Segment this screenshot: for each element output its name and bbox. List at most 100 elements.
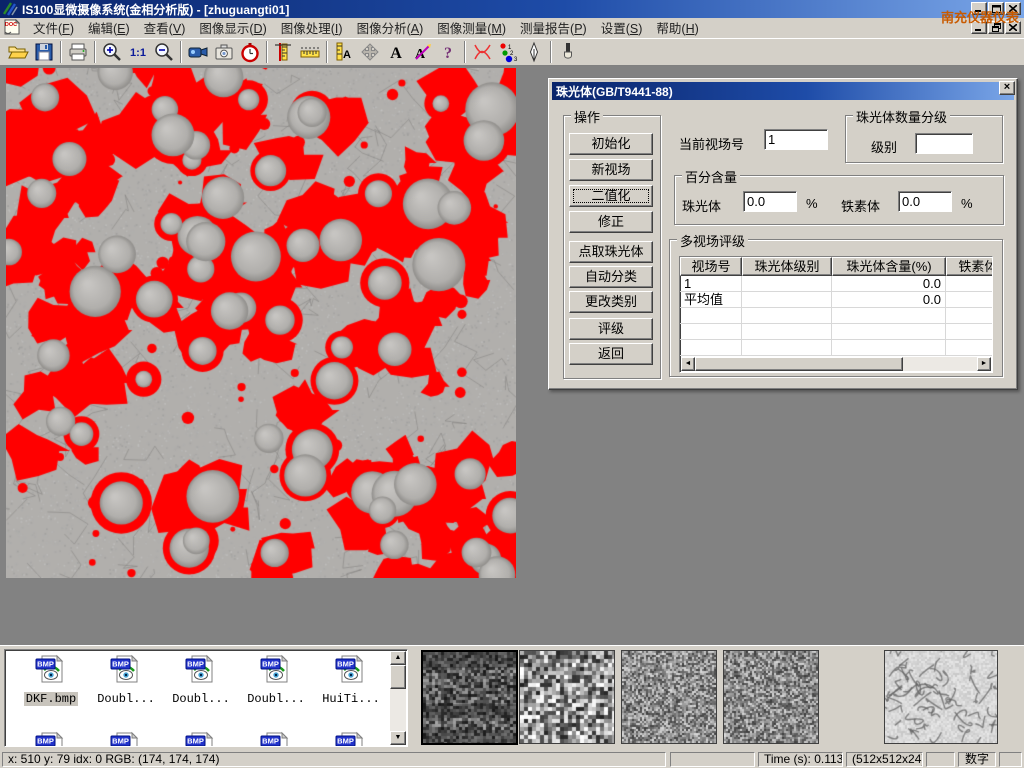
correct-button[interactable]: 修正: [569, 211, 653, 233]
thumbnail-4[interactable]: [723, 650, 819, 744]
thumbnail-5[interactable]: [884, 650, 998, 744]
stopwatch-icon[interactable]: [237, 40, 263, 64]
save-icon[interactable]: [31, 40, 57, 64]
caliper-icon[interactable]: [271, 40, 297, 64]
file-item[interactable]: BMP: [315, 731, 387, 747]
auto-classify-button[interactable]: 自动分类: [569, 266, 653, 288]
file-browser[interactable]: BMP DKF.bmp BMP Doubl... BMP Doubl... BM…: [4, 649, 408, 747]
pearlite-unit: %: [806, 196, 818, 211]
dialog-close-icon[interactable]: ×: [999, 81, 1015, 95]
text-edit-icon[interactable]: A: [409, 40, 435, 64]
mdi-close-icon[interactable]: [1005, 21, 1021, 34]
binarize-button[interactable]: 二值化: [569, 185, 653, 207]
menu-settings[interactable]: 设置(S): [594, 16, 650, 39]
new-field-button[interactable]: 新视场: [569, 159, 653, 181]
scroll-up-icon[interactable]: ▲: [390, 651, 406, 665]
dialog-title-bar[interactable]: 珠光体(GB/T9441-88): [552, 82, 1014, 100]
thumbnail-1[interactable]: [421, 650, 518, 745]
menu-help[interactable]: 帮助(H): [649, 16, 705, 39]
file-item[interactable]: BMP HuiTi...: [315, 654, 387, 707]
brush-icon[interactable]: [555, 40, 581, 64]
open-icon[interactable]: [5, 40, 31, 64]
file-item[interactable]: BMP Doubl...: [90, 654, 162, 707]
actual-size-icon[interactable]: 1:1: [125, 40, 151, 64]
return-button[interactable]: 返回: [569, 343, 653, 365]
zoom-in-icon[interactable]: [99, 40, 125, 64]
menu-image-display[interactable]: 图像显示(D): [192, 16, 273, 39]
file-name[interactable]: Doubl...: [170, 692, 232, 706]
scroll-down-icon[interactable]: ▼: [390, 731, 406, 745]
scroll-left-icon[interactable]: ◄: [681, 357, 695, 371]
file-item[interactable]: BMP DKF.bmp: [15, 654, 87, 707]
close-icon[interactable]: [1005, 2, 1021, 15]
menu-file[interactable]: 文件(F): [26, 16, 81, 39]
thumbnail-3[interactable]: [621, 650, 717, 744]
maximize-icon[interactable]: [988, 2, 1004, 15]
menu-report[interactable]: 测量报告(P): [513, 16, 594, 39]
svg-text:DOC: DOC: [5, 22, 17, 28]
svg-text:1:1: 1:1: [130, 47, 146, 59]
text-icon[interactable]: A: [383, 40, 409, 64]
video-capture-icon[interactable]: [185, 40, 211, 64]
snapshot-icon[interactable]: [211, 40, 237, 64]
scroll-thumb[interactable]: [695, 357, 903, 371]
minimize-icon[interactable]: [971, 2, 987, 15]
file-name[interactable]: Doubl...: [95, 692, 157, 706]
pen-icon[interactable]: [521, 40, 547, 64]
caliper-text-icon[interactable]: A: [331, 40, 357, 64]
ferrite-percent-input[interactable]: [898, 191, 952, 212]
bmp-file-icon: BMP: [334, 654, 368, 684]
zoom-out-icon[interactable]: [151, 40, 177, 64]
current-field-input[interactable]: [764, 129, 828, 150]
mdi-restore-icon[interactable]: [988, 21, 1004, 34]
status-bar: x: 510 y: 79 idx: 0 RGB: (174, 174, 174)…: [0, 750, 1024, 768]
multi-field-table[interactable]: 视场号 珠光体级别 珠光体含量(%) 铁素体含量(%) 1 0.0 平均值 0.…: [679, 256, 993, 373]
toolbar-separator: [180, 41, 182, 63]
table-hscrollbar[interactable]: ◄ ►: [681, 357, 991, 371]
print-icon[interactable]: [65, 40, 91, 64]
move-icon[interactable]: [357, 40, 383, 64]
menu-view[interactable]: 查看(V): [137, 16, 193, 39]
curve-tool-icon[interactable]: [469, 40, 495, 64]
file-name[interactable]: Doubl...: [245, 692, 307, 706]
pearlite-dialog: 珠光体(GB/T9441-88) × 操作 初始化 新视场 二值化 修正 点取珠…: [548, 78, 1018, 390]
change-class-button[interactable]: 更改类别: [569, 291, 653, 313]
help-icon[interactable]: ?: [435, 40, 461, 64]
grade-input[interactable]: [915, 133, 973, 154]
table-row-empty: [680, 324, 992, 340]
file-item[interactable]: BMP: [90, 731, 162, 747]
bmp-file-icon: BMP: [184, 731, 218, 747]
classify-dots-icon[interactable]: 123: [495, 40, 521, 64]
toolbar-separator: [94, 41, 96, 63]
menu-image-analysis[interactable]: 图像分析(A): [350, 16, 431, 39]
file-item[interactable]: BMP: [240, 731, 312, 747]
mdi-minimize-icon[interactable]: [971, 21, 987, 34]
ruler-icon[interactable]: [297, 40, 323, 64]
table-row[interactable]: 平均值 0.0: [680, 292, 992, 308]
file-name[interactable]: HuiTi...: [320, 692, 382, 706]
bmp-file-icon: BMP: [184, 654, 218, 684]
thumbnail-2[interactable]: [519, 650, 615, 744]
file-item[interactable]: BMP Doubl...: [240, 654, 312, 707]
file-item[interactable]: BMP Doubl...: [165, 654, 237, 707]
micrograph-canvas[interactable]: [6, 68, 516, 578]
init-button[interactable]: 初始化: [569, 133, 653, 155]
pick-pearlite-button[interactable]: 点取珠光体: [569, 241, 653, 263]
menu-image-measure[interactable]: 图像测量(M): [430, 16, 513, 39]
grade-button[interactable]: 评级: [569, 318, 653, 340]
cell-field-no: 平均值: [680, 292, 742, 307]
svg-text:A: A: [343, 49, 351, 61]
file-item[interactable]: BMP: [165, 731, 237, 747]
menu-image-processing[interactable]: 图像处理(I): [274, 16, 350, 39]
file-item[interactable]: BMP: [15, 731, 87, 747]
table-row[interactable]: 1 0.0: [680, 276, 992, 292]
file-name[interactable]: DKF.bmp: [24, 692, 78, 706]
svg-text:BMP: BMP: [187, 660, 204, 669]
scroll-right-icon[interactable]: ►: [977, 357, 991, 371]
percent-group-label: 百分含量: [682, 167, 740, 186]
file-browser-vscrollbar[interactable]: ▲ ▼: [390, 651, 406, 745]
menu-edit[interactable]: 编辑(E): [81, 16, 137, 39]
bmp-file-icon: BMP: [259, 731, 293, 747]
scroll-thumb[interactable]: [390, 665, 406, 689]
pearlite-percent-input[interactable]: [743, 191, 797, 212]
